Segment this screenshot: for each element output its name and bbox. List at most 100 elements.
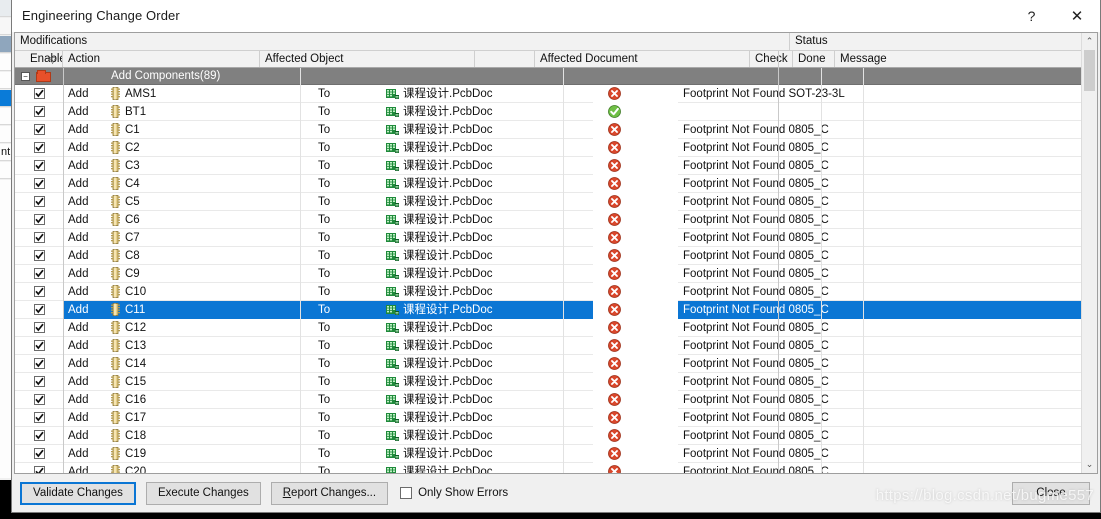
column-header-message[interactable]: Message [835,51,1097,67]
row-enable-cell[interactable] [15,409,63,427]
enable-checkbox[interactable] [33,466,45,473]
enable-checkbox[interactable] [33,322,45,333]
table-row[interactable]: Add C4 To 课程设计.PcbDoc Footprint Not Found 08… [15,174,1097,193]
column-header-done[interactable]: Done [793,51,835,67]
table-row[interactable]: Add C1 To 课程设计.PcbDoc Footprint Not Found 08… [15,120,1097,139]
row-enable-cell[interactable] [15,391,63,409]
close-button[interactable]: Close [1012,481,1090,505]
enable-checkbox[interactable] [33,214,45,225]
grid-rows[interactable]: − Add Components(89) Add AMS1 To 课程设计.PcbDo… [15,68,1097,473]
enable-checkbox[interactable] [33,232,45,243]
row-enable-cell[interactable] [15,355,63,373]
enable-checkbox[interactable] [33,358,45,369]
row-check-status-cell [593,390,636,409]
enable-checkbox[interactable] [33,124,45,135]
enable-checkbox[interactable] [33,286,45,297]
close-icon[interactable]: ✕ [1054,0,1100,32]
only-show-errors-box[interactable] [400,487,413,499]
row-enable-cell[interactable] [15,121,63,139]
table-row[interactable]: Add C14 To 课程设计.PcbDoc Footprint Not Found 0… [15,354,1097,373]
row-enable-cell[interactable] [15,427,63,445]
scrollbar-thumb[interactable] [1084,50,1095,91]
table-row[interactable]: Add C17 To 课程设计.PcbDoc Footprint Not Found 0… [15,408,1097,427]
enable-checkbox[interactable] [33,250,45,261]
scrollbar-track[interactable] [1082,50,1097,456]
enable-checkbox[interactable] [33,394,45,405]
enable-checkbox[interactable] [33,178,45,189]
row-enable-cell[interactable] [15,373,63,391]
table-row[interactable]: Add C13 To 课程设计.PcbDoc Footprint Not Found 0… [15,336,1097,355]
table-row[interactable]: Add C5 To 课程设计.PcbDoc Footprint Not Found 08… [15,192,1097,211]
row-action-cell: Add [68,339,89,352]
column-header-affected-document[interactable]: Affected Document [535,51,750,67]
enable-checkbox[interactable] [33,88,45,99]
row-enable-cell[interactable] [15,301,63,319]
table-row[interactable]: Add C12 To 课程设计.PcbDoc Footprint Not Found 0… [15,318,1097,337]
table-row[interactable]: Add C20 To 课程设计.PcbDoc Footprint Not Found 0… [15,462,1097,473]
scroll-up-arrow-icon[interactable]: ⌃ [1082,33,1097,50]
report-changes-button[interactable]: Report Changes... [270,481,389,505]
row-enable-cell[interactable] [15,103,63,121]
vertical-scrollbar[interactable]: ⌃ ⌄ [1081,33,1097,473]
dialog-footer: Validate Changes Execute Changes Report … [12,474,1100,512]
help-icon[interactable]: ? [1009,0,1054,32]
row-enable-cell[interactable] [15,211,63,229]
row-enable-cell[interactable] [15,265,63,283]
row-enable-cell[interactable] [15,319,63,337]
row-enable-cell[interactable] [15,247,63,265]
enable-checkbox[interactable] [33,268,45,279]
row-enable-cell[interactable] [15,337,63,355]
enable-checkbox[interactable] [33,430,45,441]
component-icon [111,465,120,473]
row-enable-cell[interactable] [15,445,63,463]
validate-changes-button[interactable]: Validate Changes [20,481,136,505]
enable-checkbox[interactable] [33,304,45,315]
column-header-enable[interactable]: Enable ▽ [25,51,63,67]
table-row[interactable]: Add BT1 To 课程设计.PcbDoc [15,102,1097,121]
row-enable-cell[interactable] [15,139,63,157]
table-row[interactable]: Add C10 To 课程设计.PcbDoc Footprint Not Found 0… [15,282,1097,301]
row-done-status-cell [636,246,678,265]
enable-checkbox[interactable] [33,160,45,171]
row-enable-cell[interactable] [15,283,63,301]
table-row[interactable]: Add C9 To 课程设计.PcbDoc Footprint Not Found 08… [15,264,1097,283]
enable-checkbox[interactable] [33,340,45,351]
grid-group-header-row: Modifications Status [15,33,1097,51]
table-row[interactable]: Add C11 To 课程设计.PcbDoc Footprint Not Found 0… [15,300,1097,319]
error-icon [608,267,621,280]
table-row[interactable]: Add C3 To 课程设计.PcbDoc Footprint Not Found 08… [15,156,1097,175]
row-to-cell: To [318,87,331,100]
table-row[interactable]: Add C16 To 课程设计.PcbDoc Footprint Not Found 0… [15,390,1097,409]
row-enable-cell[interactable] [15,85,63,103]
column-header-affected-object[interactable]: Affected Object [260,51,475,67]
table-row[interactable]: Add AMS1 To 课程设计.PcbDoc Footprint Not Found … [15,84,1097,103]
column-header-action[interactable]: Action [63,51,260,67]
enable-checkbox[interactable] [33,448,45,459]
enable-checkbox[interactable] [33,376,45,387]
table-row[interactable]: Add C8 To 课程设计.PcbDoc Footprint Not Found 08… [15,246,1097,265]
row-enable-cell[interactable] [15,157,63,175]
enable-checkbox[interactable] [33,106,45,117]
column-header-check[interactable]: Check [750,51,793,67]
table-row[interactable]: Add C18 To 课程设计.PcbDoc Footprint Not Found 0… [15,426,1097,445]
scroll-down-arrow-icon[interactable]: ⌄ [1082,456,1097,473]
table-row[interactable]: Add C2 To 课程设计.PcbDoc Footprint Not Found 08… [15,138,1097,157]
row-done-status-cell [636,120,678,139]
table-row[interactable]: Add C7 To 课程设计.PcbDoc Footprint Not Found 08… [15,228,1097,247]
row-enable-cell[interactable] [15,193,63,211]
enable-checkbox[interactable] [33,142,45,153]
collapse-expander-icon[interactable]: − [21,71,30,81]
table-row[interactable]: Add C15 To 课程设计.PcbDoc Footprint Not Found 0… [15,372,1097,391]
column-header-to[interactable] [475,51,535,67]
row-enable-cell[interactable] [15,229,63,247]
row-enable-cell[interactable] [15,175,63,193]
enable-checkbox[interactable] [33,196,45,207]
group-row-add-components[interactable]: − Add Components(89) [15,68,1097,85]
only-show-errors-checkbox[interactable]: Only Show Errors [400,487,508,499]
row-enable-cell[interactable] [15,463,63,473]
execute-changes-button[interactable]: Execute Changes [145,481,261,505]
enable-checkbox[interactable] [33,412,45,423]
table-row[interactable]: Add C19 To 课程设计.PcbDoc Footprint Not Found 0… [15,444,1097,463]
table-row[interactable]: Add C6 To 课程设计.PcbDoc Footprint Not Found 08… [15,210,1097,229]
row-affected-document-cell: 课程设计.PcbDoc [378,355,593,373]
